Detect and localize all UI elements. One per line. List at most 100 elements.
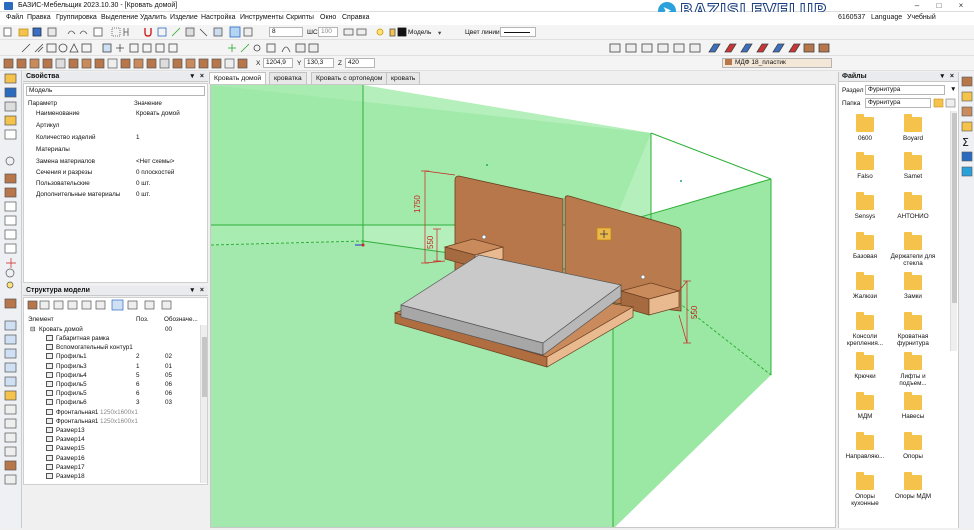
folder-item[interactable]: Навесы — [889, 392, 937, 420]
menu-group[interactable]: Группировка — [56, 14, 97, 21]
tree-node-name[interactable]: Профиль5 — [56, 389, 87, 398]
tree-node-name[interactable]: Вспомогательный контур1 — [56, 343, 133, 352]
structure-toolbar[interactable] — [24, 298, 209, 312]
model-dropdown-icon[interactable]: ▾ — [438, 29, 441, 37]
tree-node-name[interactable]: Размер13 — [56, 426, 85, 435]
files-panel: Файлы ▾ × Раздел Фурнитура ▼ Папка Фурни… — [838, 72, 958, 528]
files-folder-icons[interactable] — [933, 98, 957, 109]
folder-item[interactable]: АНТОНИО — [889, 192, 937, 220]
folder-item[interactable]: Жалюзи — [841, 272, 889, 300]
folder-item[interactable]: Замки — [889, 272, 937, 300]
folder-item[interactable]: Опоры МДМ — [889, 472, 937, 500]
tree-node-name[interactable]: Размер17 — [56, 463, 85, 472]
selection-marker[interactable] — [596, 227, 612, 241]
coord-x-input[interactable]: 1204,9 — [263, 58, 293, 68]
structure-scroll-thumb[interactable] — [202, 337, 207, 397]
files-section-select[interactable]: Фурнитура — [865, 85, 945, 95]
left-tool-icons[interactable] — [0, 71, 22, 528]
tree-node-name[interactable]: Профиль6 — [56, 398, 87, 407]
structure-pin-icon[interactable]: ▾ — [190, 286, 194, 296]
tab-crib[interactable]: кроватка — [269, 72, 307, 84]
files-folder-select[interactable]: Фурнитура — [865, 98, 931, 108]
3d-viewport[interactable]: 1750 550 550 — [210, 84, 836, 528]
files-close-icon[interactable]: × — [950, 72, 954, 82]
structure-close-icon[interactable]: × — [200, 286, 204, 296]
folder-item[interactable]: Sensys — [841, 192, 889, 220]
toolbar-objects-icons[interactable] — [0, 56, 250, 71]
properties-object-select[interactable]: Модель — [26, 86, 205, 96]
3d-scene[interactable]: 1750 550 550 — [211, 85, 836, 528]
line-style-select[interactable] — [500, 27, 536, 37]
model-selector[interactable]: Модель — [408, 29, 431, 36]
folder-item[interactable]: 0600 — [841, 114, 889, 142]
prop-value[interactable]: 0 плоскостей — [136, 168, 174, 177]
tree-node-name[interactable]: Фронтальная1 — [56, 408, 98, 417]
prop-value[interactable]: 0 шт. — [136, 179, 150, 188]
structure-scrollbar[interactable] — [200, 325, 207, 483]
minimize-button[interactable]: – — [906, 0, 928, 12]
shc-input[interactable]: 100 — [318, 27, 338, 37]
mode-select[interactable]: Учебный — [907, 14, 936, 21]
folder-item[interactable]: Крючки — [841, 352, 889, 380]
tree-node-name[interactable]: Профиль5 — [56, 380, 87, 389]
folder-item[interactable]: Boyard — [889, 114, 937, 142]
menu-tools[interactable]: Инструменты — [240, 14, 284, 21]
tree-node-name[interactable]: Профиль3 — [56, 362, 87, 371]
folder-item[interactable]: МДМ — [841, 392, 889, 420]
tree-node-name[interactable]: Размер14 — [56, 435, 85, 444]
tree-node-name[interactable]: Размер18 — [56, 472, 85, 481]
tree-node-code: 06 — [165, 390, 173, 398]
tree-node-name[interactable]: Габаритная рамка — [56, 334, 109, 343]
folder-item[interactable]: Falso — [841, 152, 889, 180]
tab-bed[interactable]: кровать — [386, 72, 421, 84]
properties-pin-icon[interactable]: ▾ — [190, 72, 194, 82]
prop-value[interactable]: Кровать домой — [136, 109, 180, 118]
language-menu[interactable]: Language — [871, 14, 902, 21]
folder-item[interactable]: Samet — [889, 152, 937, 180]
close-button[interactable]: × — [950, 0, 972, 12]
right-tool-icons[interactable]: Σ — [959, 72, 974, 528]
toolbar-furniture-icons[interactable] — [604, 40, 836, 56]
properties-close-icon[interactable]: × — [200, 72, 204, 82]
tree-node-name[interactable]: Размер16 — [56, 454, 85, 463]
menu-edit[interactable]: Правка — [27, 14, 51, 21]
folder-item[interactable]: Направляю... — [841, 432, 889, 460]
tree-node-name[interactable]: Профиль1 — [56, 352, 87, 361]
files-filter-icon[interactable]: ▼ — [950, 86, 956, 93]
tree-node-name[interactable]: Размер15 — [56, 444, 85, 453]
menu-delete[interactable]: Удалить — [140, 14, 167, 21]
maximize-button[interactable]: □ — [928, 0, 950, 12]
menu-file[interactable]: Файл — [6, 14, 23, 21]
files-scrollbar[interactable] — [950, 111, 957, 351]
layer-select[interactable]: 8 — [269, 27, 303, 37]
folder-item[interactable]: Консоли крепления... — [841, 312, 889, 347]
prop-value[interactable]: <Нет схемы> — [136, 157, 174, 166]
tree-node-name[interactable]: Профиль4 — [56, 371, 87, 380]
menu-product[interactable]: Изделие — [170, 14, 198, 21]
folder-item[interactable]: Базовая — [841, 232, 889, 260]
tree-node-name[interactable]: Фронтальная1 — [56, 417, 98, 426]
tree-expand-icon[interactable]: ⊟ — [30, 325, 35, 334]
menu-select[interactable]: Выделение — [101, 14, 138, 21]
menu-help[interactable]: Справка — [342, 14, 369, 21]
menu-scripts[interactable]: Скрипты — [286, 14, 314, 21]
tree-root[interactable]: Кровать домой — [39, 325, 83, 334]
menu-window[interactable]: Окно — [320, 14, 336, 21]
tab-bed-orthopedic[interactable]: Кровать с ортопедом — [311, 72, 388, 84]
folder-item[interactable]: Опоры кухонные — [841, 472, 889, 507]
prop-value[interactable]: 1 — [136, 133, 140, 142]
coord-y-input[interactable]: 130,3 — [304, 58, 334, 68]
prop-value[interactable]: 0 шт. — [136, 190, 150, 199]
menu-settings[interactable]: Настройка — [201, 14, 235, 21]
folder-item[interactable]: Держатели для стекла — [889, 232, 937, 267]
files-scroll-thumb[interactable] — [952, 113, 957, 303]
folder-item[interactable]: Лифты и подъем... — [889, 352, 937, 387]
tab-bed-home[interactable]: Кровать домой — [209, 72, 267, 84]
files-pin-icon[interactable]: ▾ — [940, 72, 944, 82]
folder-item[interactable]: Кроватная фурнитура — [889, 312, 937, 347]
toolbar-view-icons[interactable] — [340, 25, 410, 40]
folder-item[interactable]: Опоры — [889, 432, 937, 460]
material-select[interactable]: МДФ 18_пластик — [722, 58, 832, 68]
folder-label: Замки — [904, 293, 922, 300]
coord-z-input[interactable]: 420 — [345, 58, 375, 68]
